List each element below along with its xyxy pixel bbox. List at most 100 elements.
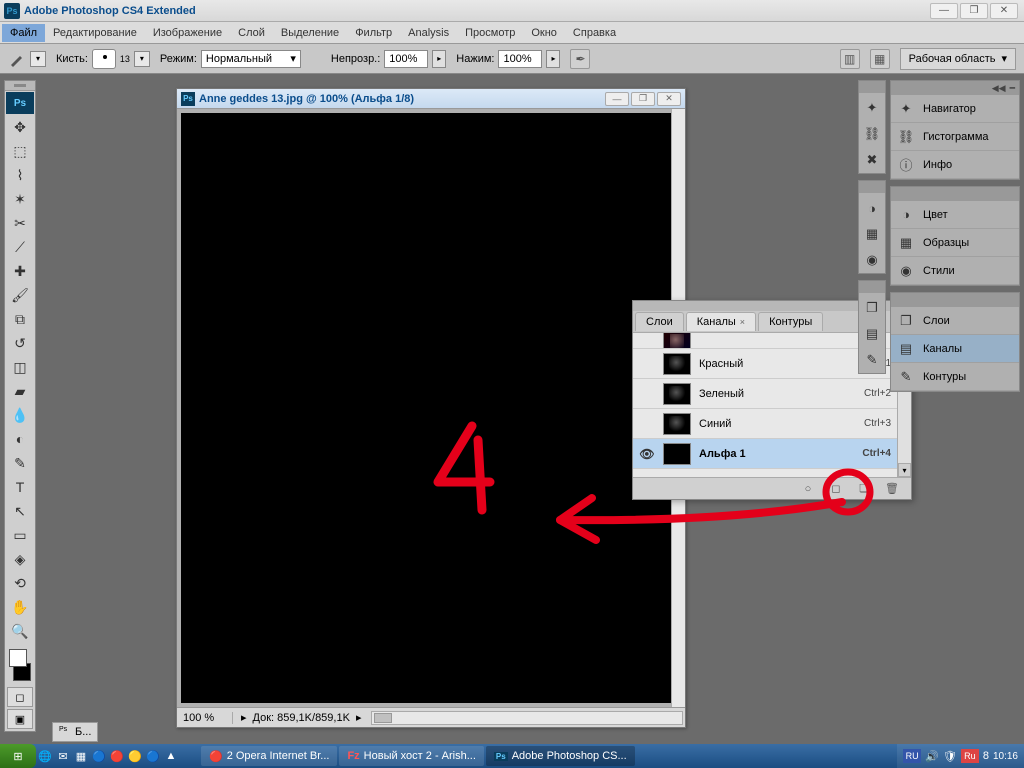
tray-icon[interactable]: 8 [983, 750, 989, 762]
doc-info[interactable]: ▸Док: 859,1K/859,1K▸ [233, 711, 369, 724]
info-icon[interactable]: ✖ [859, 147, 885, 173]
window-close-button[interactable]: ✕ [990, 3, 1018, 19]
menu-image[interactable]: Изображение [145, 24, 230, 42]
blend-mode-select[interactable]: Нормальный▾ [201, 50, 301, 68]
quicklaunch-icon[interactable]: ▦ [72, 747, 90, 765]
channel-row-alpha[interactable]: 👁 Альфа 1 Ctrl+4 [633, 439, 897, 469]
quicklaunch-icon[interactable]: 🔴 [108, 747, 126, 765]
foreground-color[interactable] [9, 649, 27, 667]
scroll-down-icon[interactable]: ▾ [898, 463, 911, 477]
load-selection-icon[interactable]: ○ [799, 481, 817, 497]
menu-layer[interactable]: Слой [230, 24, 273, 42]
menu-filter[interactable]: Фильтр [347, 24, 400, 42]
flow-input[interactable]: 100% [498, 50, 542, 68]
opacity-arrow[interactable]: ▸ [432, 50, 446, 68]
styles-icon[interactable]: ◉ [859, 247, 885, 273]
path-select-tool[interactable]: ↖ [5, 499, 35, 523]
healing-tool[interactable]: ✚ [5, 259, 35, 283]
minimized-doc-tab[interactable]: Ps Б... [52, 722, 98, 742]
quicklaunch-icon[interactable]: 🟡 [126, 747, 144, 765]
menu-file[interactable]: Файл [2, 24, 45, 42]
menu-view[interactable]: Просмотр [457, 24, 523, 42]
panel-channels[interactable]: ▤Каналы [891, 335, 1019, 363]
menu-select[interactable]: Выделение [273, 24, 347, 42]
blur-tool[interactable]: 💧 [5, 403, 35, 427]
doc-scrollbar-horizontal[interactable] [371, 711, 683, 725]
visibility-toggle[interactable]: 👁 [639, 447, 655, 461]
window-maximize-button[interactable]: ❐ [960, 3, 988, 19]
paths-icon[interactable]: ✎ [859, 347, 885, 373]
taskbar-item-filezilla[interactable]: FzНовый хост 2 - Arish... [339, 746, 483, 766]
panel-swatches[interactable]: ▦Образцы [891, 229, 1019, 257]
delete-channel-icon[interactable]: 🗑 [883, 481, 901, 497]
channels-icon[interactable]: ▤ [859, 321, 885, 347]
doc-maximize-button[interactable]: ❐ [631, 92, 655, 106]
eraser-tool[interactable]: ◫ [5, 355, 35, 379]
tab-layers[interactable]: Слои [635, 312, 684, 331]
doc-close-button[interactable]: ✕ [657, 92, 681, 106]
brush-dropdown[interactable]: ▾ [134, 51, 150, 67]
dodge-tool[interactable]: ◐ [5, 427, 35, 451]
window-minimize-button[interactable]: — [930, 3, 958, 19]
panel-styles[interactable]: ◉Стили [891, 257, 1019, 285]
move-tool[interactable]: ✥ [5, 115, 35, 139]
gradient-tool[interactable]: ▰ [5, 379, 35, 403]
histogram-icon[interactable]: ⛓ [859, 121, 885, 147]
arrange-icon[interactable]: ▦ [870, 49, 890, 69]
quicklaunch-icon[interactable]: 🔵 [90, 747, 108, 765]
panel-color[interactable]: ◑Цвет [891, 201, 1019, 229]
shape-tool[interactable]: ▭ [5, 523, 35, 547]
doc-minimize-button[interactable]: — [605, 92, 629, 106]
opacity-input[interactable]: 100% [384, 50, 428, 68]
menu-help[interactable]: Справка [565, 24, 624, 42]
start-button[interactable]: ⊞ [0, 744, 36, 768]
document-canvas[interactable] [181, 113, 671, 703]
crop-tool[interactable]: ✂ [5, 211, 35, 235]
tray-icon[interactable]: 🔊 [925, 750, 939, 763]
layers-icon[interactable]: ❐ [859, 295, 885, 321]
zoom-tool[interactable]: 🔍 [5, 619, 35, 643]
eyedropper-tool[interactable]: ⟋ [5, 235, 35, 259]
channel-row-blue[interactable]: Синий Ctrl+3 [633, 409, 897, 439]
type-tool[interactable]: T [5, 475, 35, 499]
quicklaunch-icon[interactable]: 🔵 [144, 747, 162, 765]
tools-grip[interactable] [5, 81, 35, 91]
panel-layers[interactable]: ❐Слои [891, 307, 1019, 335]
menu-window[interactable]: Окно [523, 24, 565, 42]
channel-row-green[interactable]: Зеленый Ctrl+2 [633, 379, 897, 409]
tab-paths[interactable]: Контуры [758, 312, 823, 331]
taskbar-clock[interactable]: 10:16 [993, 751, 1018, 762]
stamp-tool[interactable]: ⧉ [5, 307, 35, 331]
screenmode-toggle[interactable]: ▣ [8, 710, 32, 728]
menu-edit[interactable]: Редактирование [45, 24, 145, 42]
taskbar-item-photoshop[interactable]: PsAdobe Photoshop CS... [486, 746, 635, 766]
hand-tool[interactable]: ✋ [5, 595, 35, 619]
tray-icon[interactable]: 🛡 [943, 750, 957, 763]
dock-collapse-icon[interactable]: ◀◀ [992, 83, 1006, 94]
panel-info[interactable]: ⓘИнфо [891, 151, 1019, 179]
airbrush-icon[interactable]: ✒ [570, 49, 590, 69]
tab-channels[interactable]: Каналы× [686, 312, 756, 331]
quickmask-toggle[interactable]: ◻ [8, 688, 32, 706]
save-selection-icon[interactable]: ◻ [827, 481, 845, 497]
tool-preset-dropdown[interactable]: ▾ [30, 51, 46, 67]
color-swatches[interactable] [7, 647, 33, 683]
menu-analysis[interactable]: Analysis [400, 24, 457, 42]
history-brush-tool[interactable]: ↺ [5, 331, 35, 355]
pen-tool[interactable]: ✎ [5, 451, 35, 475]
wand-tool[interactable]: ✶ [5, 187, 35, 211]
lang-indicator-2[interactable]: Ru [961, 749, 979, 763]
taskbar-item-opera[interactable]: 🔴2 Opera Internet Br... [201, 746, 337, 766]
flow-arrow[interactable]: ▸ [546, 50, 560, 68]
panel-histogram[interactable]: ⛓Гистограмма [891, 123, 1019, 151]
3d-tool[interactable]: ◈ [5, 547, 35, 571]
brush-tool[interactable]: 🖌 [5, 283, 35, 307]
quicklaunch-icon[interactable]: 🌐 [36, 747, 54, 765]
document-titlebar[interactable]: Ps Anne geddes 13.jpg @ 100% (Альфа 1/8)… [177, 89, 685, 109]
quicklaunch-icon[interactable]: ▲ [162, 747, 180, 765]
brush-preset-picker[interactable] [92, 49, 116, 69]
new-channel-icon[interactable]: ❏ [855, 481, 873, 497]
color-icon[interactable]: ◑ [859, 195, 885, 221]
zoom-field[interactable]: 100 % [177, 712, 233, 724]
panel-navigator[interactable]: ✦Навигатор [891, 95, 1019, 123]
